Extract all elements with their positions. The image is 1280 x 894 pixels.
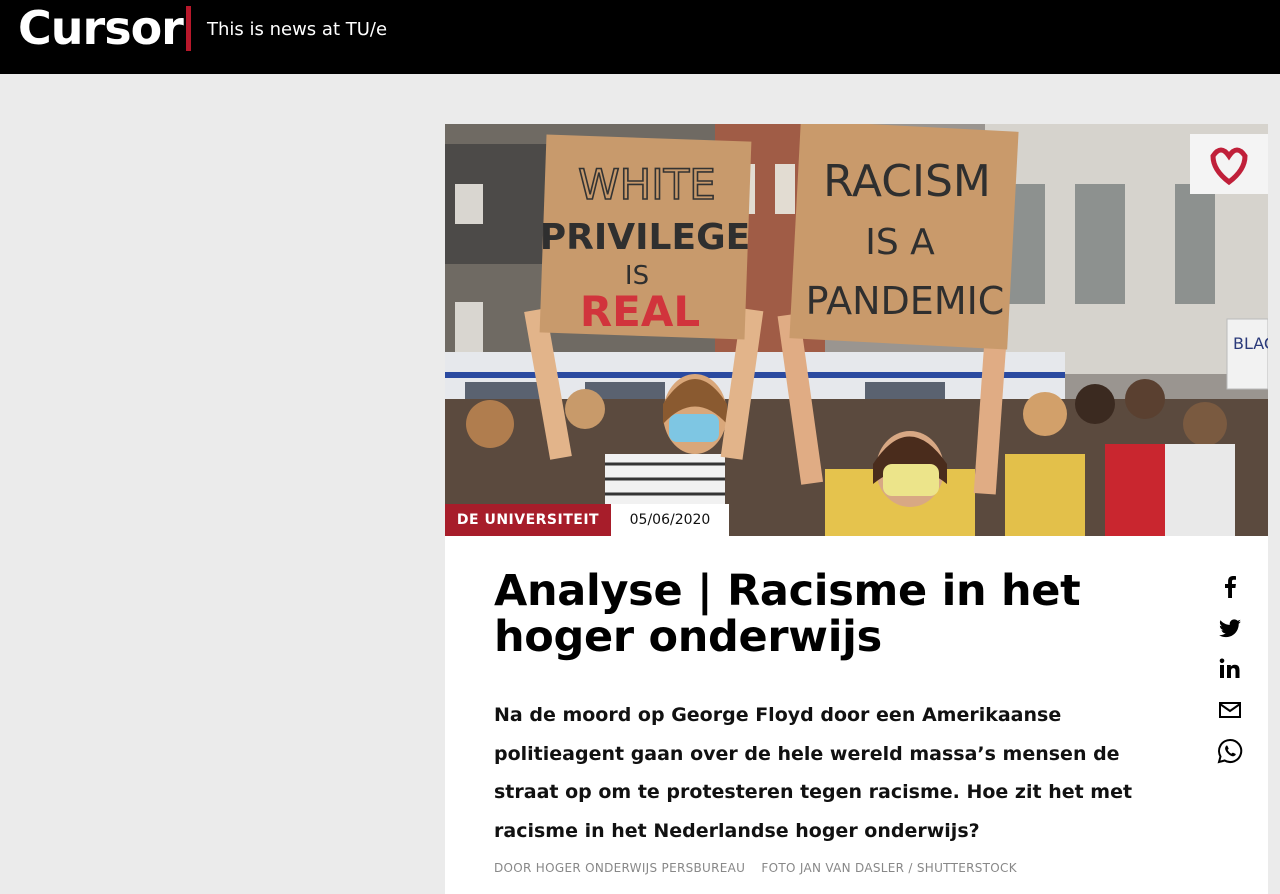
logo-accent-bar	[186, 6, 191, 51]
protest-photo-illustration: BLAC M	[445, 124, 1268, 536]
article-title: Analyse | Racisme in het hoger onderwijs	[494, 566, 1081, 662]
share-bar	[1215, 572, 1245, 777]
article-credits: DOOR HOGER ONDERWIJS PERSBUREAU FOTO JAN…	[494, 861, 1029, 875]
hero-photo: BLAC M	[445, 124, 1268, 536]
svg-text:PANDEMIC: PANDEMIC	[806, 279, 1005, 323]
facebook-icon[interactable]	[1215, 572, 1245, 602]
mail-icon[interactable]	[1215, 695, 1245, 725]
whatsapp-icon[interactable]	[1215, 736, 1245, 766]
publish-date: 05/06/2020	[611, 504, 729, 536]
article-lead: Na de moord op George Floyd door een Ame…	[494, 704, 1133, 842]
article-card: BLAC M	[445, 124, 1268, 894]
site-header: Cursor This is news at TU/e	[0, 0, 1280, 74]
site-tagline: This is news at TU/e	[207, 19, 388, 40]
svg-text:REAL: REAL	[580, 287, 700, 336]
photo-credit: FOTO JAN VAN DASLER / SHUTTERSTOCK	[761, 861, 1017, 875]
twitter-icon[interactable]	[1215, 613, 1245, 643]
svg-text:IS A: IS A	[865, 222, 935, 263]
linkedin-icon[interactable]	[1215, 654, 1245, 684]
svg-text:WHITE: WHITE	[578, 160, 716, 209]
category-badge[interactable]: DE UNIVERSITEIT	[445, 504, 611, 536]
svg-text:PRIVILEGE: PRIVILEGE	[540, 217, 750, 258]
author-byline: DOOR HOGER ONDERWIJS PERSBUREAU	[494, 861, 746, 875]
svg-text:RACISM: RACISM	[823, 156, 991, 207]
site-logo[interactable]: Cursor	[18, 2, 184, 54]
svg-text:BLAC M: BLAC M	[1233, 334, 1268, 353]
